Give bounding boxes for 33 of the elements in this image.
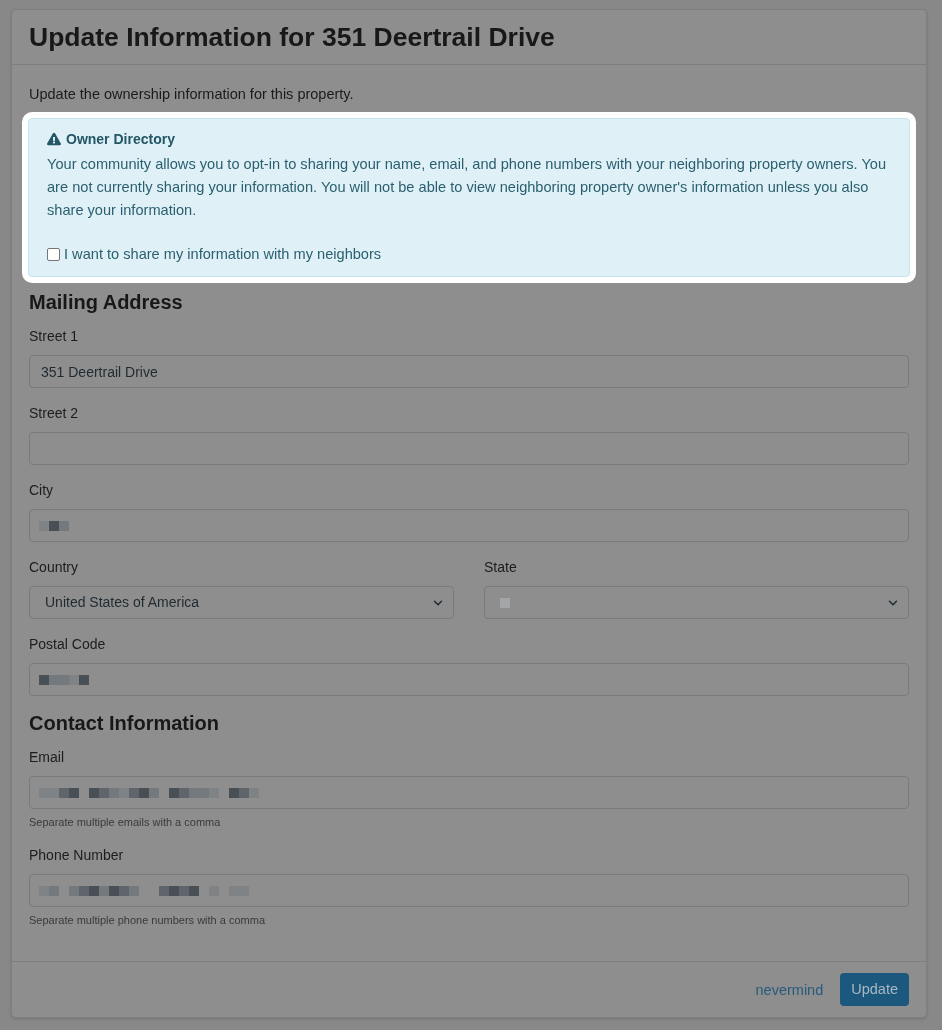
field-label: Street 1	[29, 327, 79, 346]
nevermind-link[interactable]: nevermind	[755, 979, 824, 1000]
text-field[interactable]: 351 Deertrail Drive	[29, 355, 909, 388]
update-button[interactable]: Update	[840, 973, 909, 1006]
field-label: City	[29, 481, 54, 500]
alert-message: Your community allows you to opt-in to sharing your name, email, and phone numbers with your neighboring property owners. You are not currently sharing your information. You will not be able to view neighboring property owner's information unless you also share your information.	[47, 155, 888, 220]
select-field[interactable]	[484, 586, 909, 619]
text-field[interactable]	[29, 663, 909, 696]
intro-text: Update the ownership information for this property.	[29, 85, 355, 104]
alert-title: Owner Directory	[66, 130, 175, 149]
field-label: Phone Number	[29, 846, 124, 865]
section-heading: Contact Information	[29, 711, 220, 735]
help-text: Separate multiple emails with a comma	[29, 815, 221, 830]
text-field[interactable]	[29, 776, 909, 809]
field-label: Country	[29, 558, 79, 577]
pixelated-redaction-icon	[39, 885, 249, 896]
field-label: Postal Code	[29, 635, 106, 654]
checkbox[interactable]	[47, 247, 60, 261]
field-label: Street 2	[29, 404, 79, 423]
field-label: Email	[29, 748, 64, 767]
text-field[interactable]	[29, 874, 909, 907]
warning-icon	[47, 132, 61, 146]
text-field[interactable]	[29, 509, 909, 542]
section-heading: Mailing Address	[29, 290, 184, 314]
modal-title: Update Information for 351 Deertrail Drive	[29, 21, 555, 53]
pixelated-redaction-icon	[39, 787, 259, 798]
pixelated-redaction-icon	[39, 674, 89, 685]
help-text: Separate multiple phone numbers with a comma	[29, 913, 265, 928]
pixelated-redaction-icon	[500, 597, 510, 608]
select-field[interactable]: United States of America	[29, 586, 454, 619]
pixelated-redaction-icon	[39, 520, 69, 531]
field-label: State	[484, 558, 517, 577]
checkbox-label[interactable]: I want to share my information with my neighbors	[64, 244, 382, 264]
